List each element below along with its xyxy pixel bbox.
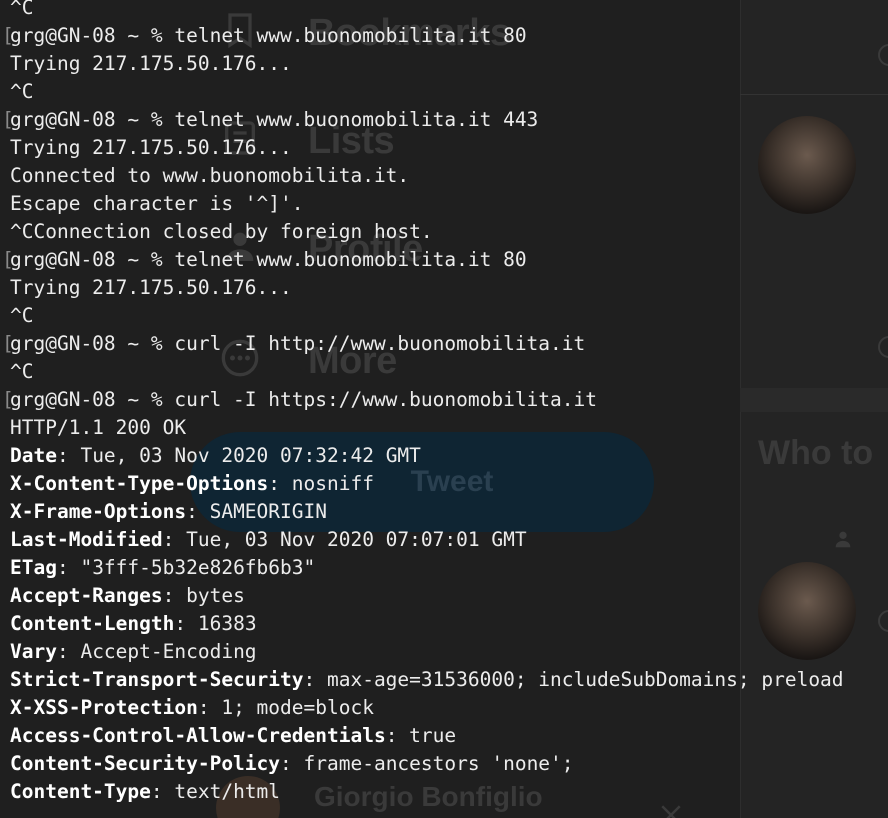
http-header-line: Strict-Transport-Security: max-age=31536…: [10, 666, 844, 694]
http-header-value: : Tue, 03 Nov 2020 07:32:42 GMT: [56, 444, 421, 467]
terminal-line: [grg@GN-08 ~ % telnet www.buonomobilita.…: [2, 106, 539, 134]
terminal-line-text: grg@GN-08 ~ % telnet www.buonomobilita.i…: [10, 24, 527, 47]
http-header-key: ETag: [10, 556, 57, 579]
terminal-line-text: Trying 217.175.50.176...: [10, 52, 292, 75]
terminal-line: [grg@GN-08 ~ % telnet www.buonomobilita.…: [2, 22, 527, 50]
http-header-key: Strict-Transport-Security: [10, 668, 304, 691]
http-header-line: X-XSS-Protection: 1; mode=block: [10, 694, 374, 722]
http-header-line: Content-Length: 16383: [10, 610, 257, 638]
terminal-output[interactable]: ^C[grg@GN-08 ~ % telnet www.buonomobilit…: [0, 0, 888, 818]
http-header-line: X-Content-Type-Options: nosniff: [10, 470, 374, 498]
http-header-value: : 16383: [174, 612, 257, 635]
terminal-line: Trying 217.175.50.176...: [10, 134, 292, 162]
terminal-line: Connected to www.buonomobilita.it.: [10, 162, 409, 190]
terminal-line: ^C: [10, 358, 33, 386]
terminal-line: Trying 217.175.50.176...: [10, 274, 292, 302]
http-header-value: : Tue, 03 Nov 2020 07:07:01 GMT: [162, 528, 527, 551]
http-header-value: : "3fff-5b32e826fb6b3": [56, 556, 316, 579]
http-header-line: X-Frame-Options: SAMEORIGIN: [10, 498, 327, 526]
http-header-value: : 1; mode=block: [197, 696, 374, 719]
terminal-line: [grg@GN-08 ~ % curl -I https://www.buono…: [2, 386, 597, 414]
terminal-line-text: grg@GN-08 ~ % curl -I https://www.buonom…: [10, 388, 597, 411]
http-header-line: Access-Control-Allow-Credentials: true: [10, 722, 456, 750]
http-header-value: : Accept-Encoding: [56, 640, 257, 663]
terminal-line-text: ^C: [10, 0, 34, 19]
prompt-bracket: [: [2, 248, 14, 271]
prompt-bracket: [: [2, 108, 14, 131]
http-header-line: Content-Type: text/html: [10, 778, 280, 806]
terminal-line: ^C: [10, 0, 33, 22]
http-header-key: X-XSS-Protection: [10, 696, 198, 719]
terminal-line: ^CConnection closed by foreign host.: [10, 218, 433, 246]
terminal-line-text: ^C: [10, 360, 34, 383]
terminal-line-text: grg@GN-08 ~ % telnet www.buonomobilita.i…: [10, 248, 527, 271]
http-header-key: Date: [10, 444, 57, 467]
http-header-key: Accept-Ranges: [10, 584, 163, 607]
http-header-line: Vary: Accept-Encoding: [10, 638, 257, 666]
terminal-line-text: ^C: [10, 80, 34, 103]
http-header-key: Last-Modified: [10, 528, 163, 551]
terminal-line-text: grg@GN-08 ~ % telnet www.buonomobilita.i…: [10, 108, 539, 131]
http-header-line: Content-Security-Policy: frame-ancestors…: [10, 750, 574, 778]
terminal-line-text: Trying 217.175.50.176...: [10, 136, 292, 159]
terminal-line-text: ^C: [10, 304, 34, 327]
prompt-bracket: [: [2, 24, 14, 47]
terminal-line: HTTP/1.1 200 OK: [10, 414, 186, 442]
terminal-line: [grg@GN-08 ~ % telnet www.buonomobilita.…: [2, 246, 527, 274]
http-header-line: Last-Modified: Tue, 03 Nov 2020 07:07:01…: [10, 526, 527, 554]
http-header-value: : nosniff: [268, 472, 374, 495]
http-header-line: Accept-Ranges: bytes: [10, 582, 245, 610]
http-header-value: : max-age=31536000; includeSubDomains; p…: [303, 668, 844, 691]
http-header-value: : frame-ancestors 'none';: [280, 752, 574, 775]
http-header-value: : SAMEORIGIN: [186, 500, 327, 523]
terminal-line-text: Trying 217.175.50.176...: [10, 276, 292, 299]
terminal-line-text: Connected to www.buonomobilita.it.: [10, 164, 410, 187]
http-header-value: : bytes: [162, 584, 245, 607]
http-header-key: X-Content-Type-Options: [10, 472, 269, 495]
terminal-line: ^C: [10, 302, 33, 330]
terminal-line-text: grg@GN-08 ~ % curl -I http://www.buonomo…: [10, 332, 586, 355]
http-header-key: Content-Security-Policy: [10, 752, 281, 775]
http-header-key: Access-Control-Allow-Credentials: [10, 724, 386, 747]
http-header-key: Content-Type: [10, 780, 151, 803]
terminal-line: [grg@GN-08 ~ % curl -I http://www.buonom…: [2, 330, 586, 358]
prompt-bracket: [: [2, 388, 14, 411]
http-header-value: : text/html: [150, 780, 281, 803]
http-header-key: Vary: [10, 640, 57, 663]
http-header-value: : true: [385, 724, 457, 747]
terminal-line: Escape character is '^]'.: [10, 190, 304, 218]
prompt-bracket: [: [2, 332, 14, 355]
terminal-line-text: ^CConnection closed by foreign host.: [10, 220, 433, 243]
terminal-line: Trying 217.175.50.176...: [10, 50, 292, 78]
terminal-line-text: HTTP/1.1 200 OK: [10, 416, 187, 439]
http-header-line: Date: Tue, 03 Nov 2020 07:32:42 GMT: [10, 442, 421, 470]
http-header-key: Content-Length: [10, 612, 175, 635]
terminal-line: ^C: [10, 78, 33, 106]
terminal-line-text: Escape character is '^]'.: [10, 192, 304, 215]
http-header-line: ETag: "3fff-5b32e826fb6b3": [10, 554, 315, 582]
http-header-key: X-Frame-Options: [10, 500, 187, 523]
